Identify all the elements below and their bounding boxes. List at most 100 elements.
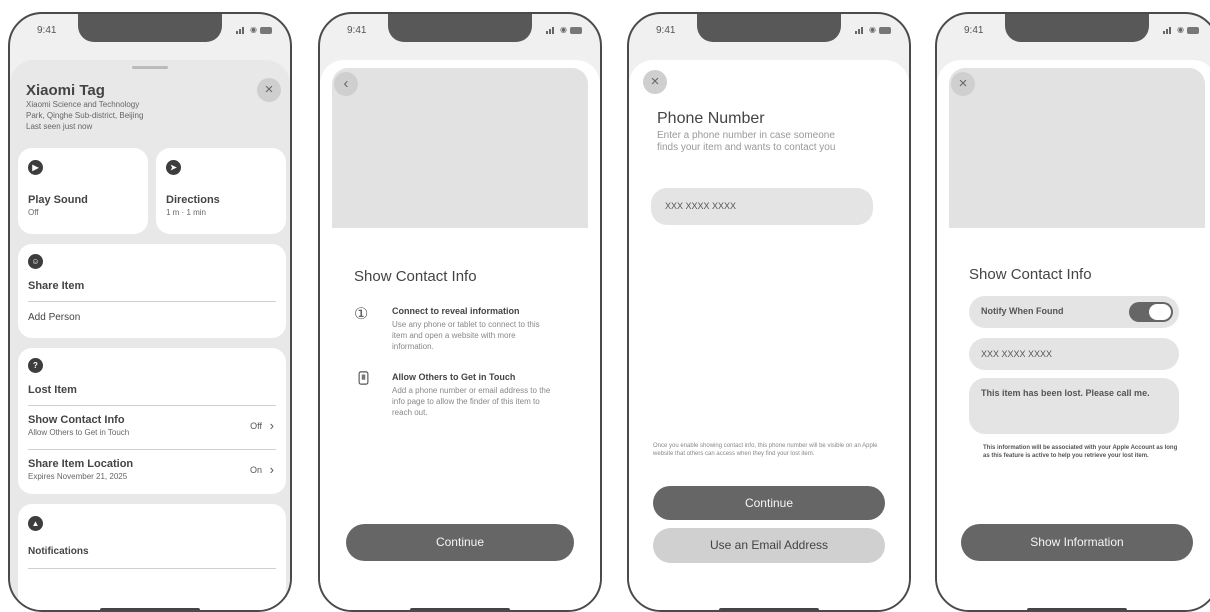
contact-settings-sheet: × Show Contact Info Notify When Found XX… <box>937 60 1210 610</box>
show-contact-label: Show Contact Info <box>28 414 125 426</box>
notify-when-found-row: Notify When Found <box>969 296 1179 328</box>
continue-button[interactable]: Continue <box>346 524 574 561</box>
device-notch <box>1005 14 1149 42</box>
wifi-icon: ◉ <box>250 25 257 34</box>
close-icon: × <box>264 81 274 98</box>
signal-icon <box>855 27 864 34</box>
step-2-title: Allow Others to Get in Touch <box>392 372 516 382</box>
screen-heading: Phone Number <box>657 110 765 127</box>
item-address-line2: Park, Qinghe Sub-district, Beijing <box>26 111 144 120</box>
hero-image-placeholder <box>332 68 588 228</box>
account-info-text: This information will be associated with… <box>983 445 1178 459</box>
wifi-icon: ◉ <box>560 25 567 34</box>
play-sound-value: Off <box>28 208 39 217</box>
show-contact-value: Off <box>250 421 262 431</box>
step-1: ① Connect to reveal information Use any … <box>354 306 574 352</box>
add-person-button[interactable]: Add Person <box>28 312 80 323</box>
item-address-line1: Xiaomi Science and Technology <box>26 100 140 109</box>
hero-image-placeholder <box>949 68 1205 228</box>
back-icon: ‹ <box>343 75 349 92</box>
status-icons: ◉ <box>855 26 891 34</box>
device-notch <box>78 14 222 42</box>
phone-number-sheet: × Phone Number Enter a phone number in c… <box>629 60 909 610</box>
people-icon: ☺ <box>28 254 43 269</box>
sheet-grabber[interactable] <box>132 66 168 69</box>
item-title: Xiaomi Tag <box>26 82 105 99</box>
status-time: 9:41 <box>656 25 676 36</box>
continue-button[interactable]: Continue <box>653 486 885 520</box>
contact-phone-value: XXX XXXX XXXX <box>981 349 1053 359</box>
battery-icon <box>260 26 272 34</box>
bell-icon: ▲ <box>28 516 43 531</box>
screen-heading: Show Contact Info <box>354 268 477 285</box>
phone-number-input[interactable]: XXX XXXX XXXX <box>651 188 873 225</box>
share-divider <box>28 301 276 302</box>
lost-item-label: Lost Item <box>28 384 77 396</box>
directions-icon: ➤ <box>166 160 181 175</box>
play-icon: ▶ <box>28 160 43 175</box>
item-sheet: Xiaomi Tag × Xiaomi Science and Technolo… <box>10 60 290 610</box>
directions-value: 1 m · 1 min <box>166 208 207 217</box>
share-location-row[interactable]: Share Item Location Expires November 21,… <box>18 450 286 492</box>
show-contact-row[interactable]: Show Contact Info Allow Others to Get in… <box>18 406 286 448</box>
wifi-icon: ◉ <box>869 25 876 34</box>
phone-screen-contact-settings: 9:41 ◉ × Show Contact Info Notify When F… <box>935 12 1210 612</box>
notifications-label: Notifications <box>28 546 89 557</box>
chevron-right-icon: › <box>269 462 274 477</box>
last-seen-text: Last seen just now <box>26 122 93 131</box>
close-button[interactable]: × <box>643 70 667 94</box>
status-icons: ◉ <box>1163 26 1199 34</box>
play-sound-label: Play Sound <box>28 194 88 206</box>
contact-phone-field[interactable]: XXX XXXX XXXX <box>969 338 1179 370</box>
battery-icon <box>570 26 582 34</box>
signal-icon <box>1163 27 1172 34</box>
home-indicator <box>410 608 510 610</box>
signal-icon <box>546 27 555 34</box>
visibility-disclaimer: Once you enable showing contact info, th… <box>653 443 878 457</box>
close-button[interactable]: × <box>951 72 975 96</box>
lost-message-field[interactable]: This item has been lost. Please call me. <box>969 378 1179 434</box>
use-email-button[interactable]: Use an Email Address <box>653 528 885 563</box>
status-time: 9:41 <box>964 25 984 36</box>
wifi-icon: ◉ <box>1177 25 1184 34</box>
notify-when-found-label: Notify When Found <box>981 306 1064 316</box>
home-indicator <box>100 608 200 610</box>
share-location-sub: Expires November 21, 2025 <box>28 472 128 481</box>
screen-heading: Show Contact Info <box>969 266 1092 283</box>
close-icon: × <box>958 75 968 92</box>
notify-toggle[interactable] <box>1129 302 1173 322</box>
show-contact-sub: Allow Others to Get in Touch <box>28 428 130 437</box>
share-location-value: On <box>249 465 262 475</box>
step-1-body: Use any phone or tablet to connect to th… <box>392 320 540 351</box>
back-button[interactable]: ‹ <box>334 72 358 96</box>
show-information-button[interactable]: Show Information <box>961 524 1193 561</box>
chevron-right-icon: › <box>269 418 274 433</box>
status-icons: ◉ <box>236 26 272 34</box>
status-icons: ◉ <box>546 26 582 34</box>
phone-screen-contact-intro: 9:41 ◉ ‹ Show Contact Info ① Connect to … <box>318 12 602 612</box>
home-indicator <box>719 608 819 610</box>
share-location-label: Share Item Location <box>28 458 134 470</box>
lost-message-text: This item has been lost. Please call me. <box>981 388 1150 398</box>
screen-subtitle: Enter a phone number in case someone fin… <box>657 130 836 153</box>
directions-card[interactable]: ➤ Directions 1 m · 1 min <box>156 148 286 234</box>
close-icon: × <box>650 73 660 90</box>
status-time: 9:41 <box>37 25 57 36</box>
signal-icon <box>236 27 245 34</box>
contact-intro-sheet: ‹ Show Contact Info ① Connect to reveal … <box>320 60 600 610</box>
directions-label: Directions <box>166 194 220 206</box>
close-button[interactable]: × <box>257 78 281 102</box>
phone-device-icon <box>358 371 369 385</box>
battery-icon <box>1187 26 1199 34</box>
battery-icon <box>879 26 891 34</box>
play-sound-card[interactable]: ▶ Play Sound Off <box>18 148 148 234</box>
phone-number-placeholder: XXX XXXX XXXX <box>665 201 737 211</box>
phone-screen-item-detail: 9:41 ◉ Xiaomi Tag × Xiaomi Science and T… <box>8 12 292 612</box>
toggle-knob <box>1149 304 1171 320</box>
step-2: Allow Others to Get in Touch Add a phone… <box>354 371 574 418</box>
step-2-body: Add a phone number or email address to t… <box>392 386 551 417</box>
notifications-divider <box>28 568 276 569</box>
step-1-icon: ① <box>354 306 369 323</box>
question-icon: ? <box>28 358 43 373</box>
device-notch <box>388 14 532 42</box>
